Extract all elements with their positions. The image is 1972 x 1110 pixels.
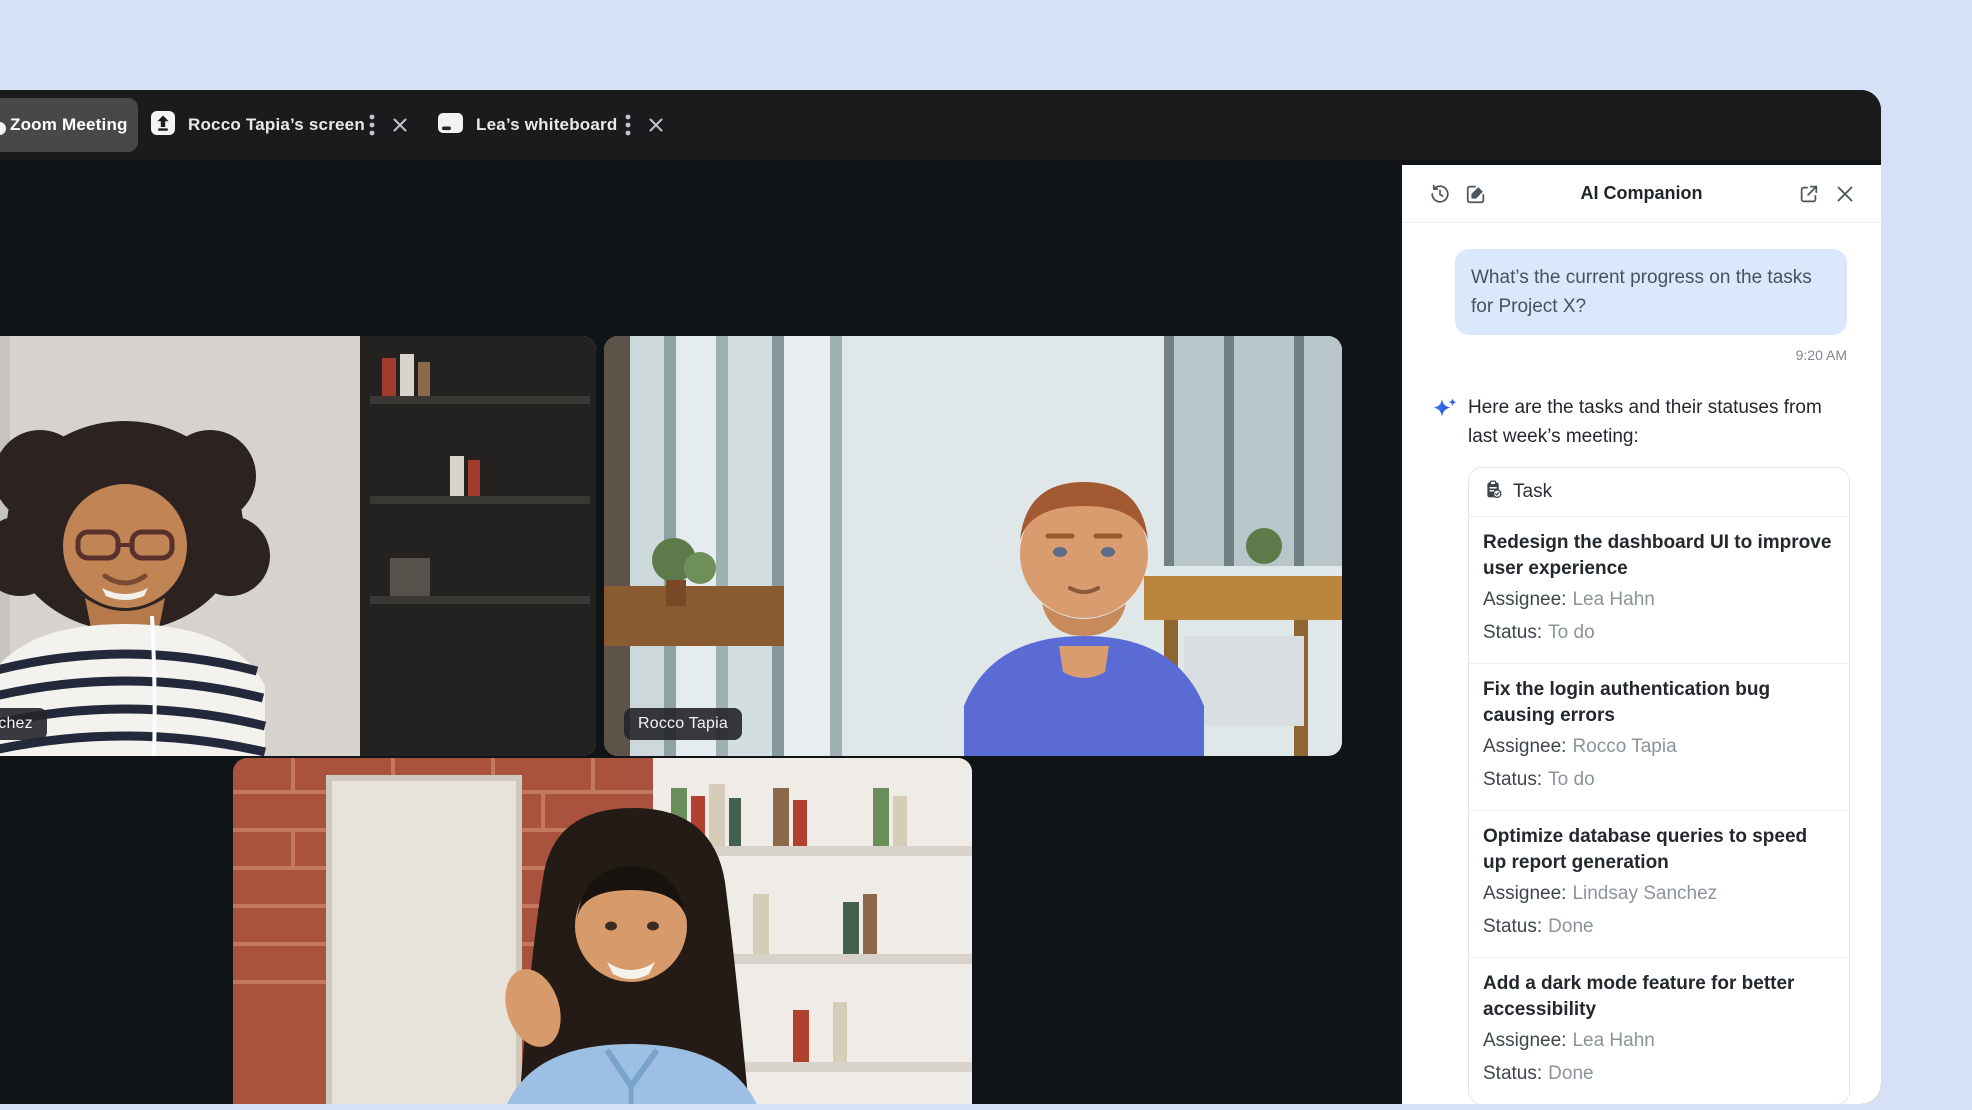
task-row: Optimize database queries to speed up re… <box>1469 811 1849 958</box>
tab-rocco-screen[interactable]: Rocco Tapia’s screen <box>150 90 365 160</box>
tab-label: Rocco Tapia’s screen <box>188 115 365 135</box>
video-tile-lindsay[interactable]: Lindsay Sanchez <box>0 336 596 756</box>
task-assignee: Assignee:Lea Hahn <box>1483 585 1835 615</box>
participant-name-label: Rocco Tapia <box>624 708 742 740</box>
compose-icon[interactable] <box>1464 182 1488 206</box>
task-row: Redesign the dashboard UI to improve use… <box>1469 517 1849 664</box>
tab-lea-whiteboard[interactable]: Lea’s whiteboard <box>437 90 617 160</box>
video-feed-lindsay <box>0 336 596 756</box>
tab-label: Zoom Meeting <box>10 115 128 135</box>
task-status: Status:Done <box>1483 912 1835 942</box>
task-title: Fix the login authentication bug causing… <box>1483 677 1835 729</box>
whiteboard-icon <box>437 111 464 140</box>
task-row: Add a dark mode feature for better acces… <box>1469 958 1849 1104</box>
task-status: Status:To do <box>1483 618 1835 648</box>
ai-companion-panel: AI Companion What’s the current progress… <box>1402 165 1881 1104</box>
video-tile-rocco[interactable]: Rocco Tapia <box>604 336 1342 756</box>
tab-rocco-menu-icon[interactable] <box>364 113 380 137</box>
tab-rocco-close-icon[interactable] <box>390 113 410 137</box>
task-title: Optimize database queries to speed up re… <box>1483 824 1835 876</box>
video-tile-lea[interactable]: Lea Hahn <box>233 758 972 1104</box>
task-title: Add a dark mode feature for better acces… <box>1483 971 1835 1023</box>
participant-name-label: Lindsay Sanchez <box>0 708 47 740</box>
task-assignee: Assignee:Lindsay Sanchez <box>1483 879 1835 909</box>
ai-response-text: Here are the tasks and their statuses fr… <box>1468 393 1846 451</box>
close-icon[interactable] <box>1833 182 1857 206</box>
task-assignee: Assignee:Lea Hahn <box>1483 1026 1835 1056</box>
task-clipboard-icon <box>1483 479 1504 505</box>
video-feed-rocco <box>604 336 1342 756</box>
user-message-bubble: What’s the current progress on the tasks… <box>1455 249 1847 335</box>
zoom-app-window: Zoom Meeting Rocco Tapia’s screen Lea’s … <box>0 90 1881 1104</box>
camera-icon <box>0 122 6 135</box>
ai-response: Here are the tasks and their statuses fr… <box>1430 393 1847 451</box>
screen: Zoom Meeting Rocco Tapia’s screen Lea’s … <box>0 0 1972 1110</box>
task-card-header: Task <box>1469 468 1849 517</box>
tab-zoom-meeting[interactable]: Zoom Meeting <box>0 98 138 152</box>
ai-companion-sparkle-icon <box>1430 393 1468 451</box>
task-row: Fix the login authentication bug causing… <box>1469 664 1849 811</box>
ai-companion-chat: What’s the current progress on the tasks… <box>1402 223 1881 1104</box>
history-icon[interactable] <box>1428 182 1452 206</box>
task-card: Task Redesign the dashboard UI to improv… <box>1468 467 1850 1104</box>
task-title: Redesign the dashboard UI to improve use… <box>1483 530 1835 582</box>
video-feed-lea <box>233 758 972 1104</box>
task-assignee: Assignee:Rocco Tapia <box>1483 732 1835 762</box>
ai-companion-header: AI Companion <box>1402 165 1881 223</box>
tab-lea-menu-icon[interactable] <box>620 113 636 137</box>
panel-title: AI Companion <box>1581 183 1703 204</box>
share-screen-icon <box>150 110 176 141</box>
message-timestamp: 9:20 AM <box>1430 347 1847 363</box>
task-card-title: Task <box>1513 481 1552 503</box>
meeting-tab-bar: Zoom Meeting Rocco Tapia’s screen Lea’s … <box>0 90 1881 160</box>
task-status: Status:To do <box>1483 765 1835 795</box>
task-status: Status:Done <box>1483 1059 1835 1089</box>
tab-label: Lea’s whiteboard <box>476 115 617 135</box>
popout-icon[interactable] <box>1797 182 1821 206</box>
tab-lea-close-icon[interactable] <box>646 113 666 137</box>
